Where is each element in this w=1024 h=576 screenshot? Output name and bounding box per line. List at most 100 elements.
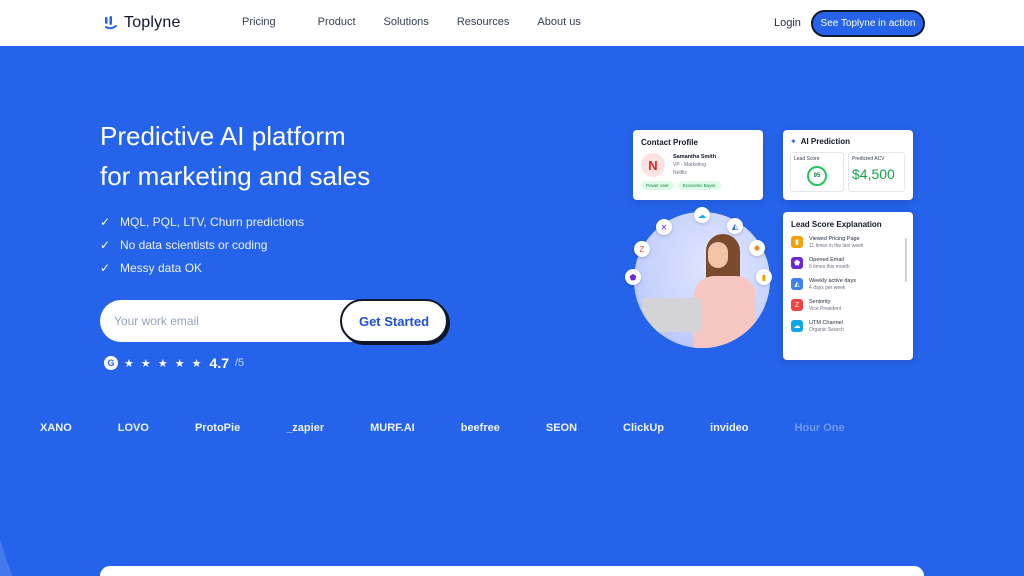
lead-score-label: Lead Score	[794, 156, 820, 162]
feature-item: ✓ No data scientists or coding	[100, 233, 304, 256]
contact-row: N Samantha Smith VP - Marketing Netflix	[641, 153, 755, 177]
brand-logo-zapier: _zapier	[286, 422, 325, 434]
netflix-logo-icon: N	[641, 153, 665, 177]
card-title: Lead Score Explanation	[791, 220, 882, 229]
explanation-item: ◭ Weekly active days 4 days per week	[791, 277, 905, 292]
nav-link-solutions[interactable]: Solutions	[384, 16, 429, 28]
nav-link-about[interactable]: About us	[537, 16, 580, 28]
explanation-sub: Organic Search	[809, 327, 844, 333]
brand-logo-lovo: LOVO	[117, 422, 149, 434]
nav-link-resources[interactable]: Resources	[457, 16, 510, 28]
hubspot-icon: ✺	[749, 240, 765, 256]
brand-logo-invideo: invideo	[710, 422, 749, 434]
feature-list: ✓ MQL, PQL, LTV, Churn predictions ✓ No …	[100, 210, 304, 279]
person-face	[708, 242, 728, 268]
tag-economic-buyer: Economic Buyer	[677, 181, 721, 190]
analytics-icon: ◭	[727, 218, 743, 234]
card-title: AI Prediction	[800, 137, 851, 146]
g2-rating: G ★ ★ ★ ★ ★ 4.7/5	[104, 355, 244, 371]
laptop-image	[642, 298, 702, 332]
next-section-card	[100, 566, 924, 576]
rating-denominator: /5	[235, 357, 245, 369]
tag-power-user: Power user	[641, 181, 674, 190]
integration-icon: ✕	[656, 219, 672, 235]
feature-text: No data scientists or coding	[120, 237, 268, 252]
email-signup-form: Get Started	[100, 299, 448, 343]
contact-profile-card: Contact Profile N Samantha Smith VP - Ma…	[633, 130, 763, 200]
zendesk-icon: Z	[634, 241, 650, 257]
lead-score-ring: 95	[807, 166, 827, 186]
zendesk-icon: Z	[791, 299, 803, 311]
hero-title: Predictive AI platform for marketing and…	[100, 116, 520, 196]
feature-text: MQL, PQL, LTV, Churn predictions	[120, 214, 305, 229]
brand-logo-hourone: Hour One	[794, 422, 845, 434]
explanation-sub: Vice President	[809, 306, 842, 312]
brand-logo-clickup: ClickUp	[623, 422, 665, 434]
explanation-title: Viewed Pricing Page	[809, 236, 860, 242]
hero-photo-circle	[634, 212, 770, 348]
check-icon: ✓	[100, 237, 111, 252]
toplyne-logo-icon	[104, 15, 118, 31]
prediction-header: ✦ AI Prediction	[790, 137, 906, 146]
explanation-item: ☁ UTM Channel Organic Search	[791, 319, 905, 334]
explanation-title: UTM Channel	[809, 320, 843, 326]
shield-icon: ⬟	[625, 269, 641, 285]
feature-item: ✓ MQL, PQL, LTV, Churn predictions	[100, 210, 304, 233]
card-scrollbar[interactable]	[905, 238, 907, 282]
acv-value: $4,500	[852, 166, 895, 182]
explanation-sub: 6 times this month	[809, 264, 850, 270]
feature-text: Messy data OK	[120, 260, 203, 275]
sparkle-icon: ✦	[790, 137, 797, 146]
person-shirt	[694, 276, 756, 348]
salesforce-icon: ☁	[791, 320, 803, 332]
brand-logo-protopie: ProtoPie	[194, 422, 241, 434]
nav-link-pricing[interactable]: Pricing	[242, 16, 276, 28]
check-icon: ✓	[100, 260, 111, 275]
explanation-item: ⬟ Opened Email 6 times this month	[791, 256, 905, 271]
explanation-item: Z Seniority Vice President	[791, 298, 905, 313]
prediction-boxes: Lead Score 95 Predicted ACV $4,500	[790, 152, 906, 192]
nav-links: Pricing Product Solutions Resources Abou…	[242, 16, 581, 28]
top-nav: Toplyne Pricing Product Solutions Resour…	[0, 0, 1024, 46]
analytics-icon: ◭	[791, 278, 803, 290]
card-title: Contact Profile	[641, 138, 698, 147]
bar-chart-icon: ▮	[756, 269, 772, 285]
explanation-title: Seniority	[809, 299, 831, 305]
contact-name: Samantha Smith	[673, 154, 717, 160]
contact-role: VP - Marketing	[673, 162, 706, 168]
bar-chart-icon: ▮	[791, 236, 803, 248]
rating-score: 4.7	[209, 355, 229, 371]
explanation-title: Weekly active days	[809, 278, 856, 284]
contact-company: Netflix	[673, 170, 687, 176]
feature-item: ✓ Messy data OK	[100, 256, 304, 279]
email-input[interactable]	[114, 314, 334, 328]
explanation-item: ▮ Viewed Pricing Page 11 times in the las…	[791, 235, 905, 250]
decorative-corner	[0, 540, 12, 576]
brand-logo-beefree: beefree	[460, 422, 500, 434]
login-link[interactable]: Login	[774, 17, 801, 29]
explanation-title: Opened Email	[809, 257, 844, 263]
contact-tags: Power user Economic Buyer	[641, 181, 755, 190]
brand-logo-seon: SEON	[545, 422, 578, 434]
brand-logo-xano: XANO	[40, 422, 72, 434]
get-started-button[interactable]: Get Started	[340, 299, 448, 343]
hero-title-line2: for marketing and sales	[100, 161, 371, 191]
acv-box: Predicted ACV $4,500	[848, 152, 905, 192]
shield-icon: ⬟	[791, 257, 803, 269]
g2-icon: G	[104, 356, 118, 370]
nav-link-product[interactable]: Product	[318, 16, 356, 28]
hero-title-line1: Predictive AI platform	[100, 121, 346, 151]
check-icon: ✓	[100, 214, 111, 229]
acv-label: Predicted ACV	[852, 156, 885, 162]
lead-score-box: Lead Score 95	[790, 152, 844, 192]
contact-info: Samantha Smith VP - Marketing Netflix	[673, 153, 716, 177]
salesforce-icon: ☁	[694, 207, 710, 223]
customer-logos: XANO LOVO ProtoPie _zapier MURF.AI beefr…	[40, 417, 1024, 439]
explanation-sub: 11 times in the last week	[809, 243, 864, 249]
see-toplyne-button[interactable]: See Toplyne in action	[811, 10, 925, 37]
lead-score-explanation-card: Lead Score Explanation ▮ Viewed Pricing …	[783, 212, 913, 360]
star-rating-icon: ★ ★ ★ ★ ★	[124, 357, 204, 370]
ai-prediction-card: ✦ AI Prediction Lead Score 95 Predicted …	[783, 130, 913, 200]
toplyne-logo[interactable]: Toplyne	[104, 14, 181, 32]
brand-logo-murf: MURF.AI	[370, 422, 415, 434]
